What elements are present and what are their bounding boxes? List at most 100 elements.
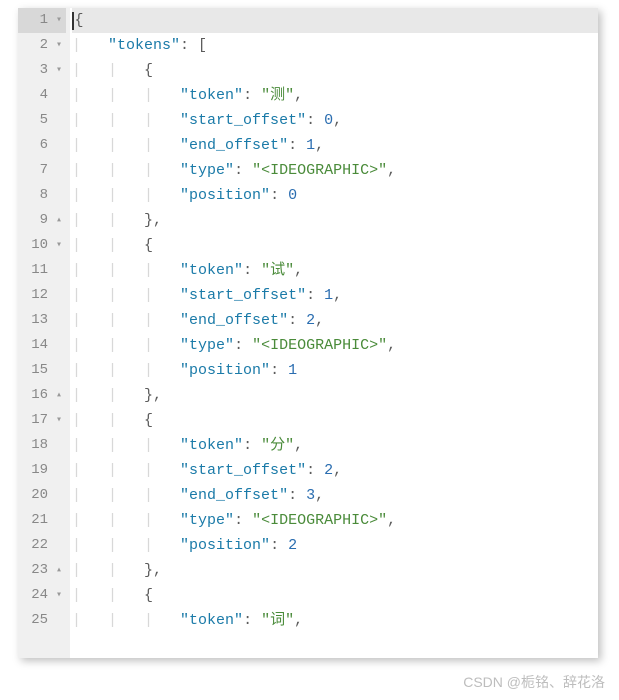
indent-guide: |: [108, 383, 144, 408]
code-line[interactable]: | | },: [72, 558, 598, 583]
code-line[interactable]: | | | "type": "<IDEOGRAPHIC>",: [72, 158, 598, 183]
gutter-line[interactable]: 8: [18, 183, 66, 208]
indent-guide: |: [144, 133, 180, 158]
json-punct: :: [306, 283, 324, 308]
line-number: 7: [26, 158, 48, 183]
indent-guide: |: [108, 283, 144, 308]
code-line[interactable]: | | | "token": "试",: [72, 258, 598, 283]
fold-toggle-icon[interactable]: ▾: [52, 408, 66, 433]
code-line[interactable]: | | | "position": 1: [72, 358, 598, 383]
gutter-line[interactable]: 5: [18, 108, 66, 133]
indent-guide: |: [72, 83, 108, 108]
line-number: 19: [26, 458, 48, 483]
code-line[interactable]: | | | "end_offset": 2,: [72, 308, 598, 333]
code-line[interactable]: | "tokens": [: [72, 33, 598, 58]
code-line[interactable]: | | | "end_offset": 1,: [72, 133, 598, 158]
code-line[interactable]: | | },: [72, 208, 598, 233]
gutter-line[interactable]: 17▾: [18, 408, 66, 433]
gutter-line[interactable]: 10▾: [18, 233, 66, 258]
code-line[interactable]: | | | "type": "<IDEOGRAPHIC>",: [72, 508, 598, 533]
code-area[interactable]: {| "tokens": [| | {| | | "token": "测",| …: [70, 8, 598, 658]
json-punct: },: [144, 383, 162, 408]
code-line[interactable]: | | | "start_offset": 2,: [72, 458, 598, 483]
fold-toggle-icon[interactable]: ▾: [52, 33, 66, 58]
indent-guide: |: [72, 383, 108, 408]
line-gutter[interactable]: 1▾2▾3▾456789▴10▾111213141516▴17▾18192021…: [18, 8, 70, 658]
code-line[interactable]: | | | "start_offset": 0,: [72, 108, 598, 133]
indent-guide: |: [108, 183, 144, 208]
gutter-line[interactable]: 4: [18, 83, 66, 108]
gutter-line[interactable]: 23▴: [18, 558, 66, 583]
json-punct: :: [306, 108, 324, 133]
line-number: 14: [26, 333, 48, 358]
fold-toggle-icon[interactable]: ▴: [52, 383, 66, 408]
code-line[interactable]: | | {: [72, 58, 598, 83]
code-line[interactable]: | | },: [72, 383, 598, 408]
gutter-line[interactable]: 13: [18, 308, 66, 333]
code-line[interactable]: | | | "token": "测",: [72, 83, 598, 108]
gutter-line[interactable]: 7: [18, 158, 66, 183]
gutter-line[interactable]: 16▴: [18, 383, 66, 408]
json-key: "end_offset": [180, 308, 288, 333]
indent-guide: |: [72, 133, 108, 158]
code-line[interactable]: | | | "token": "分",: [72, 433, 598, 458]
indent-guide: |: [72, 433, 108, 458]
fold-toggle-icon[interactable]: ▴: [52, 208, 66, 233]
json-punct: :: [270, 533, 288, 558]
gutter-line[interactable]: 6: [18, 133, 66, 158]
json-punct: :: [234, 333, 252, 358]
code-line[interactable]: | | | "end_offset": 3,: [72, 483, 598, 508]
json-number: 1: [324, 283, 333, 308]
gutter-line[interactable]: 1▾: [18, 8, 66, 33]
gutter-line[interactable]: 12: [18, 283, 66, 308]
json-punct: ,: [387, 508, 396, 533]
code-line[interactable]: | | {: [72, 583, 598, 608]
indent-guide: |: [72, 408, 108, 433]
gutter-line[interactable]: 19: [18, 458, 66, 483]
json-number: 3: [306, 483, 315, 508]
fold-toggle-icon[interactable]: ▾: [52, 233, 66, 258]
json-key: "token": [180, 258, 243, 283]
code-line[interactable]: | | | "token": "词",: [72, 608, 598, 633]
gutter-line[interactable]: 2▾: [18, 33, 66, 58]
gutter-line[interactable]: 3▾: [18, 58, 66, 83]
code-line[interactable]: {: [72, 8, 598, 33]
indent-guide: |: [72, 333, 108, 358]
json-punct: :: [270, 183, 288, 208]
text-cursor: [72, 12, 74, 30]
indent-guide: |: [108, 83, 144, 108]
code-line[interactable]: | | | "position": 0: [72, 183, 598, 208]
code-line[interactable]: | | | "position": 2: [72, 533, 598, 558]
gutter-line[interactable]: 21: [18, 508, 66, 533]
indent-guide: |: [144, 483, 180, 508]
fold-toggle-icon[interactable]: ▾: [52, 8, 66, 33]
gutter-line[interactable]: 11: [18, 258, 66, 283]
fold-toggle-icon[interactable]: ▴: [52, 558, 66, 583]
gutter-line[interactable]: 22: [18, 533, 66, 558]
indent-guide: |: [72, 608, 108, 633]
code-editor[interactable]: 1▾2▾3▾456789▴10▾111213141516▴17▾18192021…: [18, 8, 598, 658]
gutter-line[interactable]: 14: [18, 333, 66, 358]
json-number: 2: [288, 533, 297, 558]
json-punct: {: [144, 408, 153, 433]
gutter-line[interactable]: 20: [18, 483, 66, 508]
indent-guide: |: [72, 558, 108, 583]
indent-guide: |: [108, 133, 144, 158]
fold-toggle-icon[interactable]: ▾: [52, 58, 66, 83]
json-punct: ,: [315, 133, 324, 158]
code-line[interactable]: | | {: [72, 233, 598, 258]
line-number: 16: [26, 383, 48, 408]
gutter-line[interactable]: 9▴: [18, 208, 66, 233]
code-line[interactable]: | | {: [72, 408, 598, 433]
code-line[interactable]: | | | "start_offset": 1,: [72, 283, 598, 308]
json-key: "position": [180, 183, 270, 208]
gutter-line[interactable]: 15: [18, 358, 66, 383]
gutter-line[interactable]: 24▾: [18, 583, 66, 608]
code-line[interactable]: | | | "type": "<IDEOGRAPHIC>",: [72, 333, 598, 358]
gutter-line[interactable]: 25: [18, 608, 66, 633]
indent-guide: |: [108, 508, 144, 533]
indent-guide: |: [144, 258, 180, 283]
gutter-line[interactable]: 18: [18, 433, 66, 458]
fold-toggle-icon[interactable]: ▾: [52, 583, 66, 608]
json-key: "type": [180, 508, 234, 533]
